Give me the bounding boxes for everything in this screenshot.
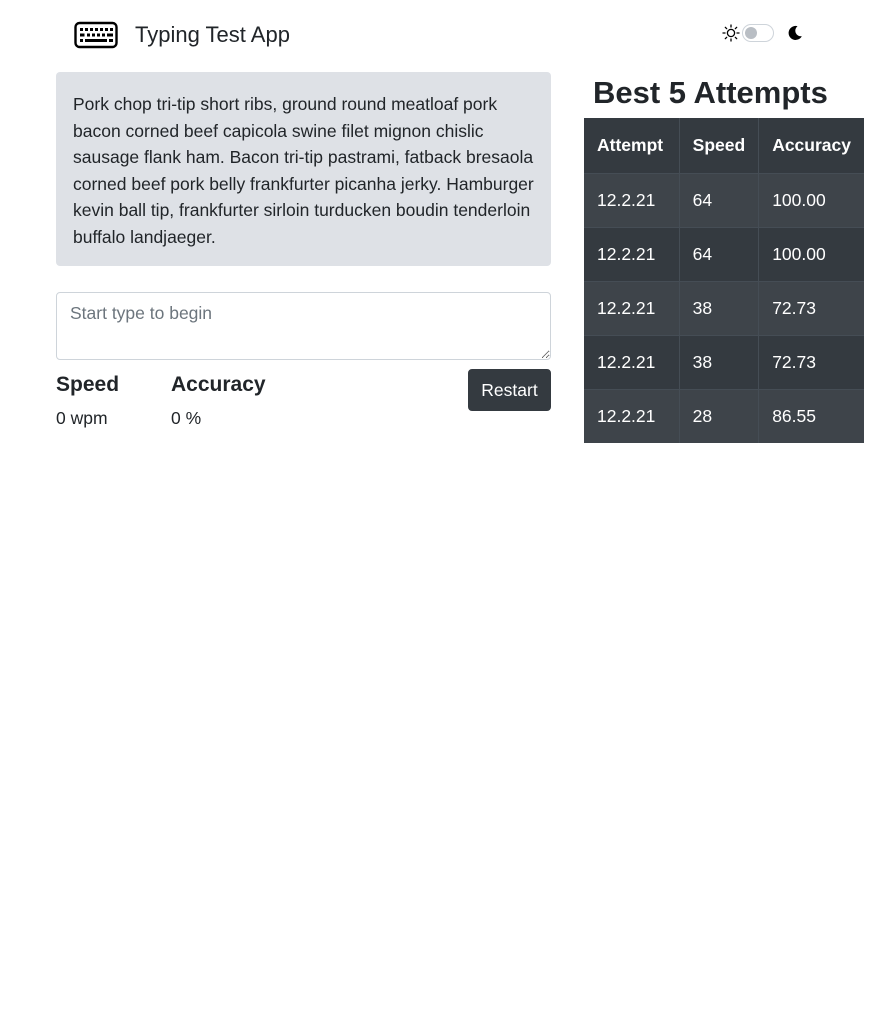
theme-switch (722, 24, 804, 42)
speed-cell: 38 (679, 280, 760, 335)
table-header-row: Attempt Speed Accuracy (584, 118, 864, 173)
attempt-cell: 12.2.21 (584, 226, 680, 281)
passage-box: Pork chop tri-tip short ribs, ground rou… (56, 72, 551, 266)
accuracy-cell: 86.55 (758, 388, 864, 443)
dark-mode-toggle[interactable] (742, 24, 774, 42)
typing-test-page: Typing Test App Pork chop tri-tip short … (0, 0, 870, 1020)
speed-label: Speed (56, 373, 120, 396)
attempt-cell: 12.2.21 (584, 172, 680, 227)
column-header-accuracy: Accuracy (758, 118, 864, 173)
passage-text: Pork chop tri-tip short ribs, ground rou… (73, 94, 534, 247)
typing-input[interactable] (56, 292, 551, 360)
app-title: Typing Test App (135, 22, 290, 47)
column-header-attempt: Attempt (584, 118, 680, 173)
attempt-cell: 12.2.21 (584, 280, 680, 335)
toggle-knob (745, 27, 757, 39)
accuracy-cell: 100.00 (758, 226, 864, 281)
table-row: 12.2.21 28 86.55 (584, 388, 864, 443)
speed-cell: 38 (679, 334, 760, 389)
table-row: 12.2.21 38 72.73 (584, 280, 864, 335)
attempts-title: Best 5 Attempts (593, 75, 828, 110)
accuracy-value: 0 % (171, 408, 202, 428)
speed-value: 0 wpm (56, 408, 108, 428)
table-row: 12.2.21 38 72.73 (584, 334, 864, 389)
speed-cell: 64 (679, 172, 760, 227)
accuracy-cell: 72.73 (758, 334, 864, 389)
column-header-speed: Speed (679, 118, 760, 173)
speed-cell: 64 (679, 226, 760, 281)
speed-cell: 28 (679, 388, 760, 443)
brand: Typing Test App (74, 20, 290, 50)
attempts-table: Attempt Speed Accuracy 12.2.21 64 100.00… (584, 118, 864, 443)
accuracy-stat: Accuracy 0 % (171, 372, 266, 428)
table-row: 12.2.21 64 100.00 (584, 226, 864, 281)
accuracy-cell: 100.00 (758, 172, 864, 227)
moon-icon (788, 25, 802, 40)
attempt-cell: 12.2.21 (584, 334, 680, 389)
attempt-cell: 12.2.21 (584, 388, 680, 443)
sun-icon (722, 24, 740, 42)
accuracy-cell: 72.73 (758, 280, 864, 335)
table-row: 12.2.21 64 100.00 (584, 172, 864, 227)
keyboard-icon (74, 21, 118, 49)
restart-button[interactable]: Restart (468, 369, 551, 411)
speed-stat: Speed 0 wpm (56, 372, 119, 428)
accuracy-label: Accuracy (171, 373, 266, 396)
